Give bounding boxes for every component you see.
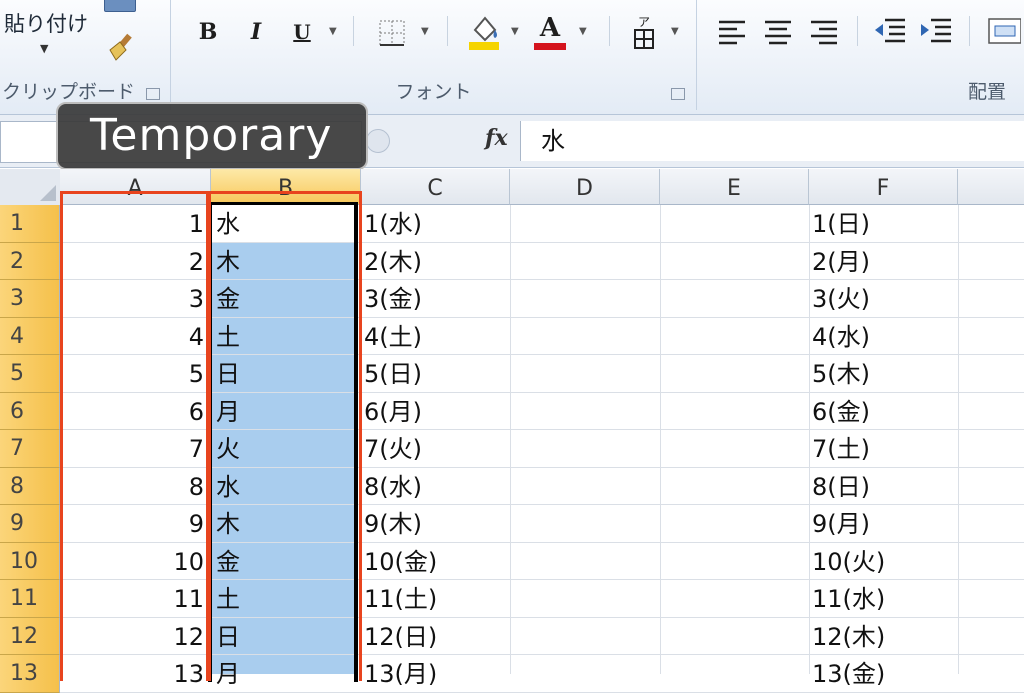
underline-button[interactable]: U [287, 12, 317, 52]
paste-dropdown-icon[interactable]: ▼ [40, 42, 48, 55]
font-launcher-icon[interactable] [671, 88, 685, 100]
cell-f5[interactable]: 5(木) [812, 355, 956, 392]
cell-f7[interactable]: 7(土) [812, 430, 956, 467]
gridline-vertical [809, 205, 810, 674]
cell-c4[interactable]: 4(土) [364, 318, 508, 355]
borders-dropdown-icon[interactable]: ▼ [421, 26, 429, 37]
select-all-corner[interactable] [0, 169, 61, 206]
italic-button[interactable]: I [241, 12, 271, 52]
row-header-9[interactable]: 9 [0, 505, 60, 543]
copy-icon[interactable] [104, 0, 136, 12]
decrease-indent-icon[interactable] [873, 16, 907, 46]
align-left-icon[interactable] [717, 18, 747, 46]
underline-dropdown-icon[interactable]: ▼ [329, 26, 337, 37]
paste-button[interactable]: 貼り付け [4, 8, 88, 38]
font-color-button[interactable]: A [533, 12, 567, 52]
cell-c1[interactable]: 1(水) [364, 205, 508, 242]
merge-center-icon[interactable] [987, 16, 1021, 46]
alignment-group: 配置 [697, 0, 1024, 110]
cell-f9[interactable]: 9(月) [812, 505, 956, 542]
highlight-box-column-b [206, 191, 362, 681]
separator [609, 16, 610, 46]
font-color-letter: A [539, 12, 561, 43]
format-painter-icon[interactable] [104, 32, 138, 62]
clipboard-group-label: クリップボード [2, 81, 136, 103]
borders-icon[interactable] [377, 18, 407, 48]
cell-f4[interactable]: 4(水) [812, 318, 956, 355]
formula-bar-scroll-icon[interactable] [366, 129, 390, 153]
ribbon: 貼り付け ▼ クリップボード B I U ▼ ▼ ▼ A ▼ ア ▼ フォント … [0, 0, 1024, 115]
alignment-group-label: 配置 [967, 81, 1006, 103]
row-header-4[interactable]: 4 [0, 317, 60, 355]
fill-color-icon[interactable] [467, 12, 503, 52]
row-header-8[interactable]: 8 [0, 467, 60, 505]
cell-f2[interactable]: 2(月) [812, 243, 956, 280]
gridline-vertical [660, 205, 661, 674]
cell-f8[interactable]: 8(日) [812, 468, 956, 505]
insert-function-button[interactable]: fx [485, 125, 508, 151]
column-header-f[interactable]: F [809, 169, 958, 205]
row-header-6[interactable]: 6 [0, 392, 60, 430]
separator [857, 16, 858, 46]
cell-c5[interactable]: 5(日) [364, 355, 508, 392]
tooltip: Temporary [56, 102, 368, 170]
cell-c11[interactable]: 11(土) [364, 580, 508, 617]
separator [447, 16, 448, 46]
row-header-1[interactable]: 1 [0, 205, 60, 243]
row-header-11[interactable]: 11 [0, 580, 60, 618]
align-right-icon[interactable] [809, 18, 839, 46]
row-header-12[interactable]: 12 [0, 617, 60, 655]
column-header-e[interactable]: E [660, 169, 809, 205]
row-header-2[interactable]: 2 [0, 242, 60, 280]
increase-indent-icon[interactable] [919, 16, 953, 46]
bold-button[interactable]: B [193, 12, 223, 52]
font-color-dropdown-icon[interactable]: ▼ [579, 26, 587, 37]
row-header-5[interactable]: 5 [0, 355, 60, 393]
cell-c6[interactable]: 6(月) [364, 393, 508, 430]
gridline-vertical [510, 205, 511, 674]
phonetic-guide-icon[interactable]: ア [631, 14, 657, 50]
column-header-g[interactable] [958, 169, 1024, 205]
clipboard-launcher-icon[interactable] [146, 88, 160, 100]
column-header-c[interactable]: C [361, 169, 510, 205]
column-header-d[interactable]: D [510, 169, 660, 205]
font-group-label: フォント [395, 81, 472, 103]
cell-f10[interactable]: 10(火) [812, 543, 956, 580]
formula-input[interactable]: 水 [520, 121, 1024, 161]
cell-f11[interactable]: 11(水) [812, 580, 956, 617]
separator [353, 16, 354, 46]
gridline-vertical [958, 205, 959, 674]
cell-c3[interactable]: 3(金) [364, 280, 508, 317]
row-header-10[interactable]: 10 [0, 542, 60, 580]
font-color-swatch [534, 42, 566, 50]
font-group: B I U ▼ ▼ ▼ A ▼ ア ▼ フォント [171, 0, 697, 110]
row-header-7[interactable]: 7 [0, 430, 60, 468]
cell-c10[interactable]: 10(金) [364, 543, 508, 580]
cell-c8[interactable]: 8(水) [364, 468, 508, 505]
cell-c9[interactable]: 9(木) [364, 505, 508, 542]
cell-f1[interactable]: 1(日) [812, 205, 956, 242]
fill-color-dropdown-icon[interactable]: ▼ [511, 26, 519, 37]
cell-c2[interactable]: 2(木) [364, 243, 508, 280]
highlight-box-column-a [60, 191, 211, 681]
clipboard-group: 貼り付け ▼ クリップボード [0, 0, 171, 110]
cell-c12[interactable]: 12(日) [364, 618, 508, 655]
row-header-3[interactable]: 3 [0, 280, 60, 318]
separator [969, 16, 970, 46]
cell-f6[interactable]: 6(金) [812, 393, 956, 430]
svg-text:ア: ア [638, 15, 650, 29]
phonetic-dropdown-icon[interactable]: ▼ [671, 26, 679, 37]
cell-f3[interactable]: 3(火) [812, 280, 956, 317]
spreadsheet-grid[interactable]: A B C D E F 1 1 水 1(水) 1(日) 2 2 木 2(木) 2(月) 3 3 金 3(金… [0, 169, 1024, 693]
cell-c7[interactable]: 7(火) [364, 430, 508, 467]
align-center-icon[interactable] [763, 18, 793, 46]
cell-f12[interactable]: 12(木) [812, 618, 956, 655]
